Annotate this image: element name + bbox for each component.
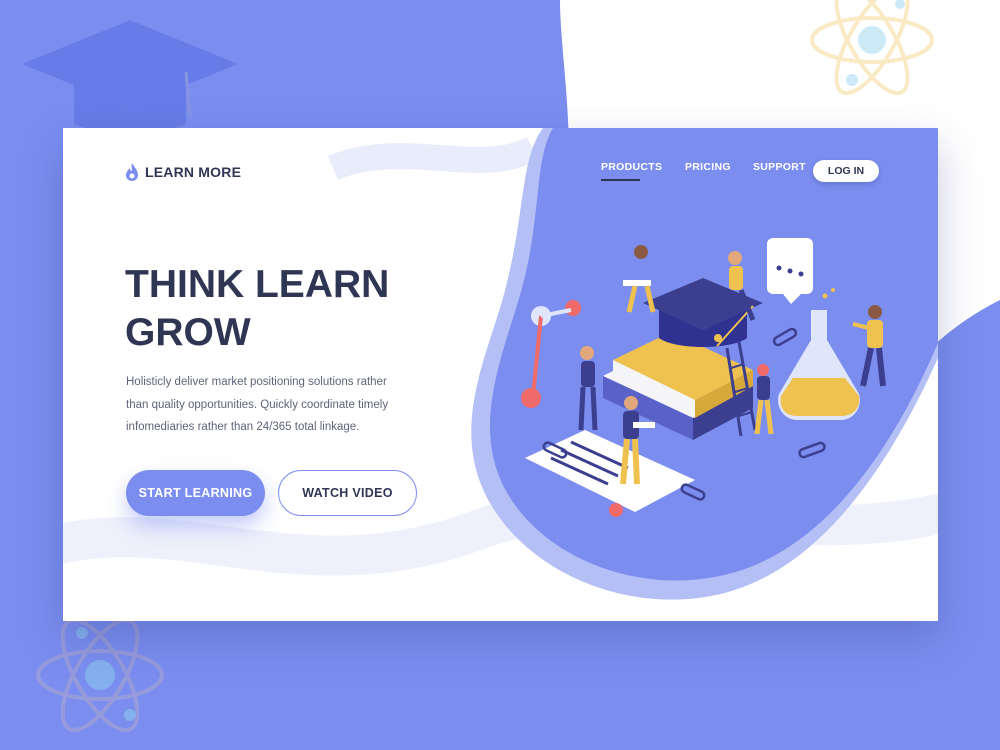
hero-description: Holisticly deliver market positioning so… — [126, 371, 396, 439]
login-button[interactable]: LOG IN — [813, 160, 879, 182]
headline-line-2: GROW — [125, 311, 251, 354]
brand-name: LEARN MORE — [145, 164, 242, 180]
flame-icon — [126, 163, 138, 181]
graduation-cap-icon — [22, 20, 238, 133]
wave-texture — [327, 136, 540, 181]
start-learning-button[interactable]: START LEARNING — [126, 470, 265, 516]
brand-logo[interactable]: LEARN MORE — [125, 162, 241, 182]
description-line-1: Holisticly deliver market positioning so… — [126, 376, 387, 388]
description-line-3: infomediaries rather than 24/365 total l… — [126, 421, 360, 433]
headline-line-1: THINK LEARN — [125, 263, 390, 306]
landing-card: LEARN MORE PRODUCTS PRICING SUPPORT LOG … — [63, 128, 938, 621]
nav-support[interactable]: SUPPORT — [753, 161, 806, 173]
nav-pricing[interactable]: PRICING — [685, 161, 731, 173]
description-line-2: than quality opportunities. Quickly coor… — [126, 398, 389, 411]
nav-products[interactable]: PRODUCTS — [601, 161, 662, 181]
atom-icon — [36, 617, 164, 733]
watch-video-button[interactable]: WATCH VIDEO — [278, 470, 417, 516]
hero-headline: THINK LEARN GROW — [125, 261, 455, 357]
